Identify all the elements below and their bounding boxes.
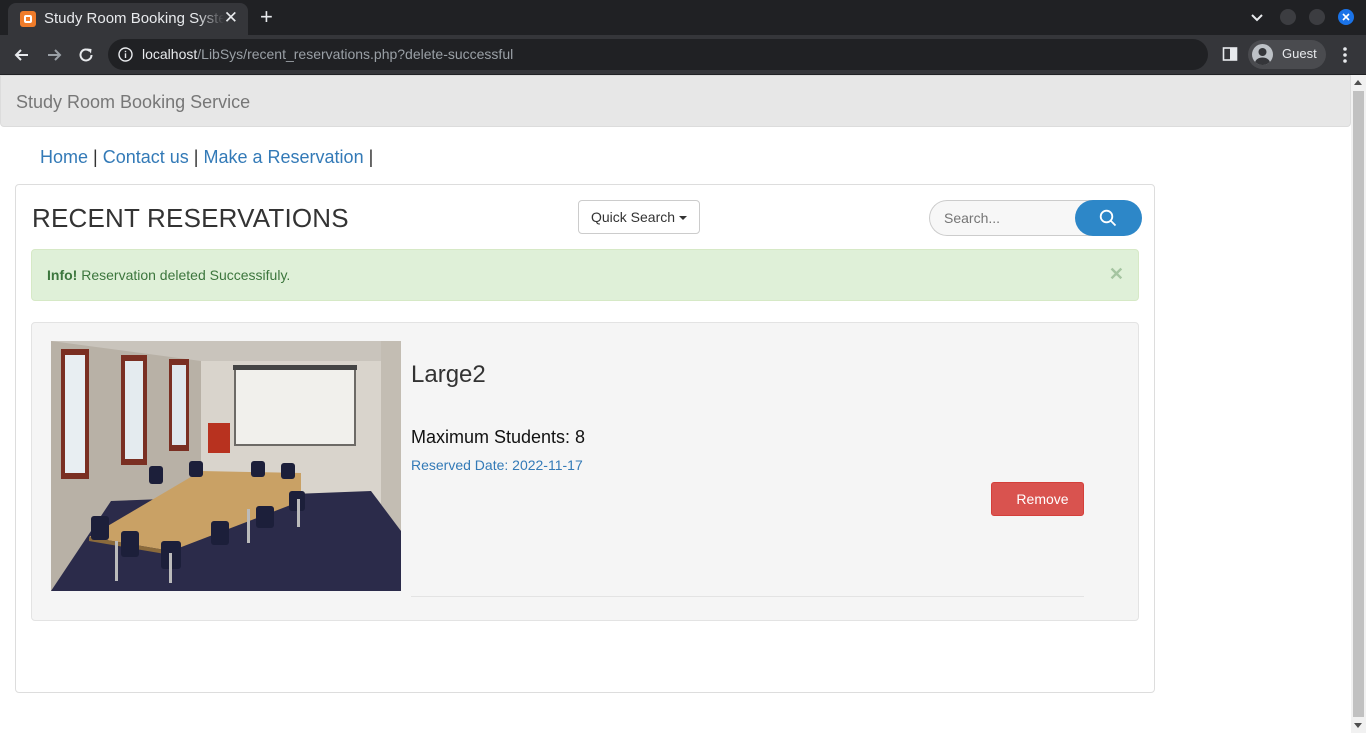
room-photo [51,341,401,591]
scroll-up-arrow-icon[interactable] [1354,80,1362,85]
contact-link[interactable]: Contact us [103,147,189,167]
new-tab-icon[interactable]: + [260,5,273,29]
side-panel-icon[interactable] [1222,46,1238,62]
chevron-down-icon[interactable] [1249,9,1265,25]
scrollbar-thumb[interactable] [1353,91,1364,717]
quick-search-dropdown[interactable]: Quick Search [578,200,700,234]
home-link[interactable]: Home [40,147,88,167]
browser-tab[interactable]: Study Room Booking System ✕ [8,3,248,35]
caret-down-icon [679,216,688,221]
tab-title: Study Room Booking System [44,10,224,27]
reservation-card: Large2 Maximum Students: 8 Reserved Date… [31,322,1139,621]
vertical-scrollbar[interactable] [1351,75,1366,733]
search-form [929,200,1142,236]
minimize-button[interactable] [1280,9,1296,25]
address-bar[interactable]: localhost/LibSys/recent_reservations.php… [108,39,1208,70]
top-links: Home | Contact us | Make a Reservation | [40,147,373,168]
url-text: localhost/LibSys/recent_reservations.php… [142,46,514,62]
alert-message: Reservation deleted Successifuly. [81,267,291,283]
page-title: RECENT RESERVATIONS [32,203,349,233]
remove-button[interactable]: Remove [991,482,1084,516]
search-button[interactable] [1075,200,1142,236]
success-alert: Info! Reservation deleted Successifuly. … [31,249,1139,301]
site-navbar: Study Room Booking Service [0,75,1351,127]
back-arrow-icon[interactable] [12,45,32,65]
close-icon[interactable]: ✕ [1109,264,1124,285]
browser-toolbar: localhost/LibSys/recent_reservations.php… [0,35,1366,75]
link-separator: | [368,147,374,167]
alert-prefix: Info! [47,267,78,283]
xampp-favicon-icon [20,11,36,27]
scroll-down-arrow-icon[interactable] [1354,723,1362,728]
reservations-panel: RECENT RESERVATIONS Quick Search Info! R… [15,184,1155,693]
link-separator: | [193,147,199,167]
quick-search-label: Quick Search [591,209,676,225]
maximize-button[interactable] [1309,9,1325,25]
profile-button[interactable]: Guest [1248,40,1326,69]
reload-icon[interactable] [76,45,96,65]
tab-close-icon[interactable]: ✕ [224,9,238,27]
window-close-button[interactable] [1338,9,1354,25]
link-separator: | [93,147,98,167]
more-menu-icon[interactable] [1338,45,1352,65]
page-viewport: Study Room Booking Service Home | Contac… [0,75,1351,733]
profile-label: Guest [1282,46,1317,61]
search-input[interactable] [929,200,1099,236]
make-reservation-link[interactable]: Make a Reservation [204,147,364,167]
room-name: Large2 [411,361,486,388]
browser-tab-strip: Study Room Booking System ✕ + [0,0,1366,35]
avatar-icon [1252,44,1273,65]
room-capacity: Maximum Students: 8 [411,427,586,447]
search-icon [1099,209,1117,227]
navbar-brand[interactable]: Study Room Booking Service [16,92,250,113]
forward-arrow-icon[interactable] [44,45,64,65]
reserved-date: Reserved Date: 2022-11-17 [411,457,583,473]
site-info-icon[interactable] [118,47,133,67]
divider [411,596,1084,597]
